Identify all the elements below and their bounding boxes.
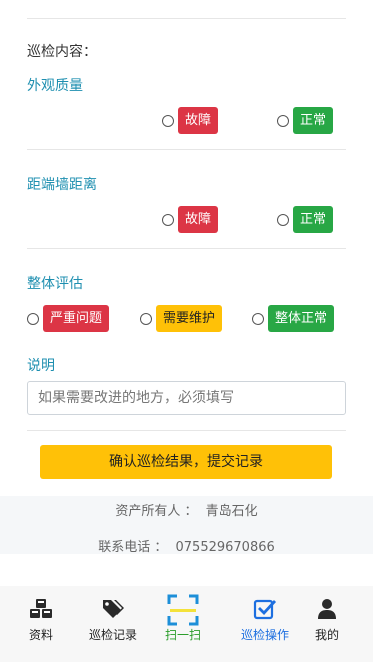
option-overall-serious[interactable]: 严重问题 — [27, 305, 110, 332]
check-square-icon — [253, 599, 277, 620]
normal-tag: 正常 — [293, 107, 334, 134]
option-appearance-normal[interactable]: 正常 — [277, 107, 334, 134]
option-wall-distance-normal[interactable]: 正常 — [277, 206, 334, 233]
option-appearance-fault[interactable]: 故障 — [162, 107, 219, 134]
phone-label: 联系电话 ： — [98, 540, 168, 555]
scan-icon — [167, 594, 199, 626]
divider — [27, 430, 346, 431]
phone-line: 联系电话 ： 075529670866 — [0, 536, 373, 555]
owner-label: 资产所有人 ： — [115, 504, 198, 519]
tab-records[interactable]: 巡检记录 — [76, 586, 150, 662]
item-label-wall-distance: 距端墙距离 — [27, 177, 97, 193]
phone-value: 075529670866 — [175, 540, 275, 555]
tab-label: 扫一扫 — [164, 628, 201, 642]
owner-value: 青岛石化 — [205, 504, 258, 519]
normal-tag: 正常 — [293, 206, 334, 233]
serious-problem-tag: 严重问题 — [43, 305, 110, 332]
fault-tag: 故障 — [178, 206, 219, 233]
divider — [27, 149, 346, 150]
divider — [27, 248, 346, 249]
tab-label: 我的 — [314, 628, 339, 642]
radio-button[interactable] — [27, 312, 39, 325]
tab-info[interactable]: 资料 — [4, 586, 78, 662]
cubes-icon — [30, 599, 52, 618]
divider — [27, 18, 346, 19]
radio-button[interactable] — [162, 114, 174, 127]
owner-line: 资产所有人 ： 青岛石化 — [0, 500, 373, 519]
tab-label: 资料 — [28, 628, 53, 642]
item-label-overall: 整体评估 — [27, 276, 83, 292]
radio-button[interactable] — [162, 213, 174, 226]
option-overall-maintenance[interactable]: 需要维护 — [140, 305, 223, 332]
tab-profile[interactable]: 我的 — [290, 586, 364, 662]
radio-button[interactable] — [277, 114, 289, 127]
tab-label: 巡检记录 — [88, 628, 137, 642]
item-label-appearance: 外观质量 — [27, 78, 83, 94]
fault-tag: 故障 — [178, 107, 219, 134]
option-wall-distance-fault[interactable]: 故障 — [162, 206, 219, 233]
submit-button[interactable]: 确认巡检结果，提交记录 — [40, 445, 332, 479]
option-overall-normal[interactable]: 整体正常 — [252, 305, 335, 332]
needs-maintenance-tag: 需要维护 — [156, 305, 223, 332]
section-title: 巡检内容： — [27, 44, 97, 60]
radio-button[interactable] — [277, 213, 289, 226]
tab-scan[interactable]: 扫一扫 — [146, 586, 220, 662]
radio-button[interactable] — [252, 312, 264, 325]
bottom-tab-bar: 资料 巡检记录 扫一扫 巡检操作 我的 — [0, 586, 373, 662]
notes-input[interactable]: 如果需要改进的地方，必须填写 — [27, 381, 346, 415]
overall-normal-tag: 整体正常 — [268, 305, 335, 332]
tags-icon — [103, 600, 124, 618]
user-icon — [318, 599, 336, 619]
notes-label: 说明 — [27, 358, 55, 374]
radio-button[interactable] — [140, 312, 152, 325]
